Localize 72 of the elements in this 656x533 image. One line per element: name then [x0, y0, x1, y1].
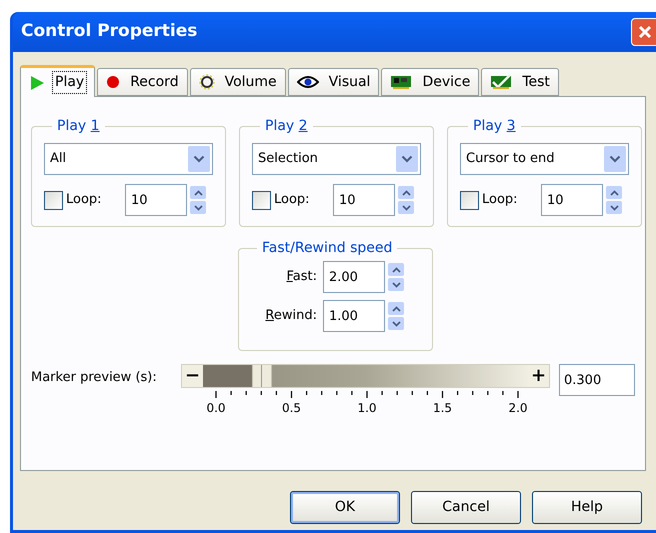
checkbox[interactable]	[44, 190, 63, 210]
board-check-icon	[490, 74, 512, 90]
chevron-down-icon	[193, 155, 205, 163]
chevron-up-icon	[402, 190, 410, 196]
group-title: Fast/Rewind speed	[262, 240, 392, 256]
chevron-down-icon	[401, 155, 413, 163]
spin-up-button[interactable]	[398, 186, 414, 199]
chevron-down-icon	[402, 204, 410, 210]
close-icon	[637, 24, 653, 40]
window-title: Control Properties	[21, 20, 198, 44]
tick-label: 0.0	[205, 400, 227, 417]
increase-button[interactable]: +	[528, 365, 549, 387]
marker-preview-label: Marker preview (s):	[31, 369, 158, 387]
value-field[interactable]: 0.300	[559, 364, 635, 396]
chevron-up-icon	[392, 306, 400, 312]
spin-up-button[interactable]	[388, 263, 404, 276]
tick-label: 0.5	[280, 400, 302, 417]
field-label: Fast:	[285, 268, 317, 286]
group-title: Play 2	[265, 118, 308, 134]
tab[interactable]: Device	[381, 68, 480, 96]
spin-up-button[interactable]	[388, 302, 404, 315]
dropdown[interactable]: Selection	[252, 143, 421, 175]
tab[interactable]: Volume	[190, 68, 286, 96]
decrease-button[interactable]: −	[182, 365, 203, 387]
tab[interactable]: Play	[20, 65, 96, 97]
chevron-up-icon	[610, 190, 618, 196]
tick-label: 1.5	[432, 400, 454, 417]
tick-label: 1.0	[356, 400, 378, 417]
spin-down-button[interactable]	[190, 201, 206, 214]
chevron-down-icon	[610, 204, 618, 210]
chevron-up-icon	[392, 266, 400, 272]
loop-checkbox[interactable]: Loop:	[252, 190, 333, 210]
spin-up-button[interactable]	[606, 186, 622, 199]
record-icon	[106, 75, 120, 89]
tick-label: 2.0	[507, 400, 529, 417]
chevron-up-icon	[194, 190, 202, 196]
field-label: Rewind:	[264, 307, 317, 326]
spin-up-button[interactable]	[190, 186, 206, 199]
slider-thumb[interactable]	[252, 365, 272, 387]
number-field[interactable]: 2.00	[323, 261, 385, 293]
loop-checkbox[interactable]: Loop:	[44, 190, 125, 210]
spin-down-button[interactable]	[606, 201, 622, 214]
spin-down-button[interactable]	[388, 278, 404, 291]
loop-checkbox[interactable]: Loop:	[460, 190, 541, 210]
slider[interactable]: − +	[181, 364, 550, 388]
chevron-down-icon	[392, 320, 400, 326]
number-field[interactable]: 10	[125, 184, 187, 216]
spin-down-button[interactable]	[388, 317, 404, 330]
number-field[interactable]: 1.00	[323, 300, 385, 332]
number-field[interactable]: 10	[333, 184, 395, 216]
tab[interactable]: Visual	[288, 68, 380, 96]
chevron-down-icon	[194, 204, 202, 210]
tab[interactable]: Test	[481, 68, 559, 96]
knob-icon	[198, 74, 215, 90]
checkbox[interactable]	[252, 190, 271, 210]
close-button[interactable]	[631, 18, 656, 46]
dialog-button[interactable]: OK	[290, 491, 400, 524]
checkbox[interactable]	[460, 190, 479, 210]
dialog-button[interactable]: Help	[532, 491, 642, 524]
number-field[interactable]: 10	[541, 184, 603, 216]
tab[interactable]: Record	[97, 68, 188, 96]
spin-down-button[interactable]	[398, 201, 414, 214]
play-icon	[29, 74, 45, 90]
circuit-board-icon	[390, 74, 412, 90]
dialog-button[interactable]: Cancel	[411, 491, 521, 524]
eye-icon	[296, 75, 319, 89]
group-title: Play 1	[57, 118, 100, 134]
chevron-down-icon	[392, 282, 400, 288]
dropdown[interactable]: Cursor to end	[460, 143, 629, 175]
dropdown[interactable]: All	[44, 143, 213, 175]
chevron-down-icon	[609, 155, 621, 163]
group-title: Play 3	[473, 118, 516, 134]
